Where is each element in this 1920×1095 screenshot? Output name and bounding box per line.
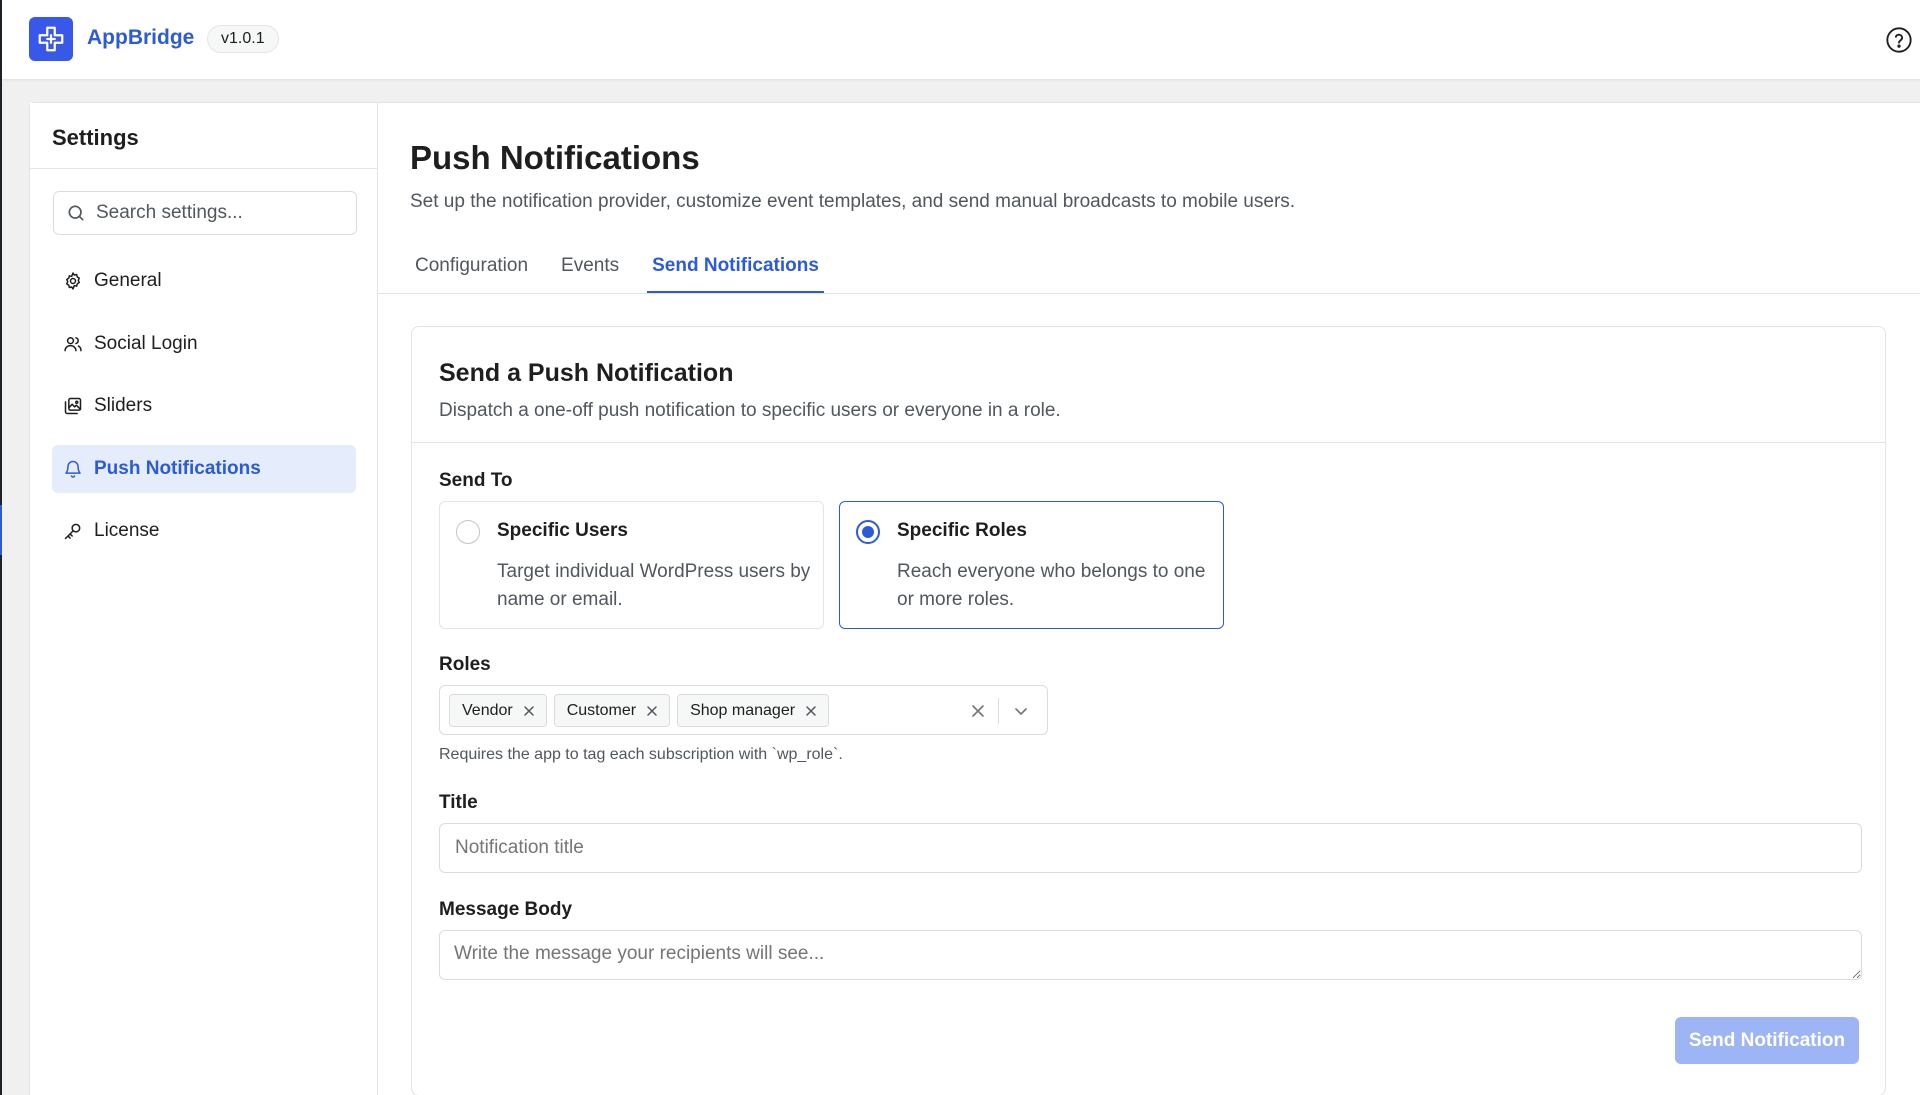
tab-bar: Configuration Events Send Notifications xyxy=(410,241,847,294)
roles-multiselect[interactable]: Vendor Customer Shop manager xyxy=(439,685,1048,735)
images-icon xyxy=(62,395,84,417)
sidebar-item-label: License xyxy=(94,520,160,541)
sidebar-item-label: General xyxy=(94,270,162,291)
send-notification-button[interactable]: Send Notification xyxy=(1675,1017,1859,1064)
card-title: Send a Push Notification xyxy=(439,359,734,387)
sidebar-item-label: Social Login xyxy=(94,332,198,354)
key-icon xyxy=(62,520,84,542)
option-title: Specific Roles xyxy=(897,520,1027,541)
send-to-label: Send To xyxy=(439,470,513,491)
role-chip-shop-manager: Shop manager xyxy=(677,694,830,727)
roles-label: Roles xyxy=(439,654,491,675)
role-chips: Vendor Customer Shop manager xyxy=(449,694,836,727)
help-button[interactable] xyxy=(1882,23,1916,57)
sidebar-item-label: Sliders xyxy=(94,395,153,416)
message-body-textarea[interactable] xyxy=(439,930,1862,980)
chevron-down-icon[interactable] xyxy=(1010,701,1032,721)
appbridge-logo-icon xyxy=(29,17,73,61)
help-circle-icon xyxy=(1886,27,1912,53)
remove-chip-icon[interactable] xyxy=(522,704,536,718)
settings-sidebar: Settings General xyxy=(30,103,378,1095)
option-description: Reach everyone who belongs to one or mor… xyxy=(897,561,1206,610)
main-content: Push Notifications Set up the notificati… xyxy=(378,103,1920,1095)
search-box xyxy=(53,191,357,235)
search-input[interactable] xyxy=(96,202,346,224)
card-divider xyxy=(412,442,1885,443)
page-title: Push Notifications xyxy=(410,139,700,176)
remove-chip-icon[interactable] xyxy=(804,704,818,718)
bell-icon xyxy=(62,458,84,480)
chip-label: Vendor xyxy=(462,701,513,719)
role-chip-vendor: Vendor xyxy=(449,694,547,727)
settings-nav: General Social Login Sliders Push Notifi… xyxy=(52,257,356,570)
option-description: Target individual WordPress users by nam… xyxy=(497,561,811,610)
remove-chip-icon[interactable] xyxy=(645,704,659,718)
clear-all-icon[interactable] xyxy=(968,701,988,721)
page-description: Set up the notification provider, custom… xyxy=(410,191,1296,212)
tab-send-notifications[interactable]: Send Notifications xyxy=(647,241,824,294)
brand-name: AppBridge xyxy=(87,26,195,49)
search-icon xyxy=(68,205,84,221)
users-icon xyxy=(62,333,84,355)
option-specific-users[interactable]: Specific Users Target individual WordPre… xyxy=(439,501,824,629)
tab-events[interactable]: Events xyxy=(556,241,624,293)
settings-shell: Settings General xyxy=(29,102,1920,1095)
sidebar-title: Settings xyxy=(52,125,139,150)
sidebar-item-label: Push Notifications xyxy=(94,457,261,479)
admin-menu-marker xyxy=(0,505,2,555)
gear-icon xyxy=(62,270,84,292)
card-description: Dispatch a one-off push notification to … xyxy=(439,400,1061,421)
sidebar-item-sliders[interactable]: Sliders xyxy=(52,382,356,430)
top-bar: AppBridge v1.0.1 xyxy=(2,0,1920,80)
tabs-divider xyxy=(378,293,1920,294)
roles-help-text: Requires the app to tag each subscriptio… xyxy=(439,746,843,763)
sidebar-item-general[interactable]: General xyxy=(52,257,356,305)
send-notification-card: Send a Push Notification Dispatch a one-… xyxy=(411,326,1886,1095)
option-specific-roles[interactable]: Specific Roles Reach everyone who belong… xyxy=(839,501,1224,629)
multiselect-separator xyxy=(998,698,999,724)
radio-specific-roles[interactable] xyxy=(856,520,880,544)
sidebar-item-push-notifications[interactable]: Push Notifications xyxy=(52,444,356,493)
title-input[interactable] xyxy=(439,823,1862,873)
option-title: Specific Users xyxy=(497,520,628,541)
sidebar-item-license[interactable]: License xyxy=(52,507,356,555)
tab-configuration[interactable]: Configuration xyxy=(410,241,533,293)
sidebar-divider xyxy=(30,168,377,169)
chip-label: Shop manager xyxy=(690,701,796,719)
version-badge: v1.0.1 xyxy=(207,25,279,53)
message-body-label: Message Body xyxy=(439,899,573,920)
chip-label: Customer xyxy=(566,701,637,719)
role-chip-customer: Customer xyxy=(553,694,671,727)
sidebar-item-social-login[interactable]: Social Login xyxy=(52,320,356,368)
radio-specific-users[interactable] xyxy=(456,520,480,544)
admin-sidebar-edge xyxy=(0,0,2,1095)
title-label: Title xyxy=(439,792,478,813)
